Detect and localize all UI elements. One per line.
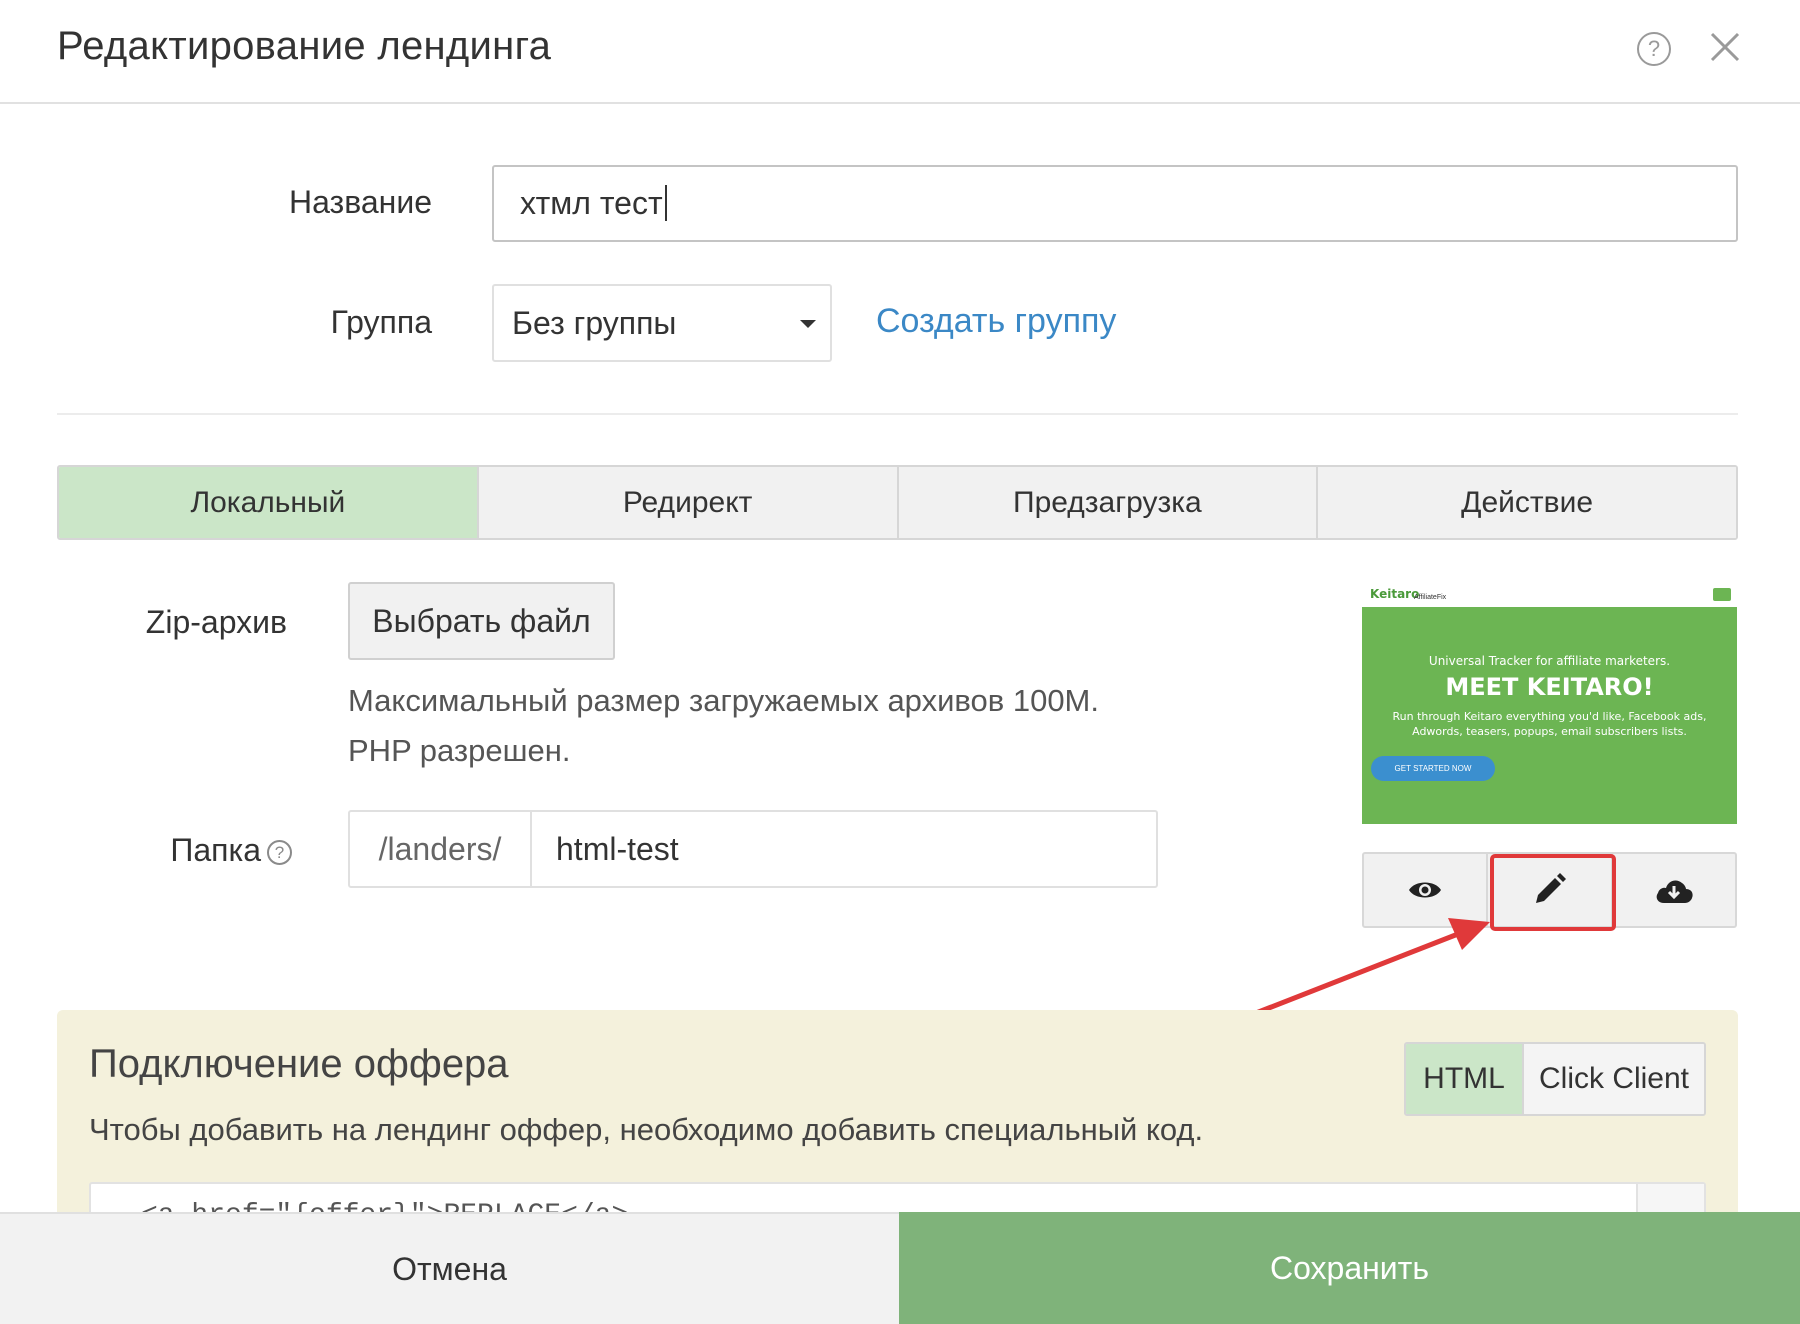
folder-help-icon[interactable]: ? <box>267 840 292 866</box>
tab-action[interactable]: Действие <box>1318 467 1736 538</box>
section-divider <box>57 413 1738 415</box>
upload-hint-line2: PHP разрешен. <box>348 733 571 768</box>
upload-hint-line1: Максимальный размер загружаемых архивов … <box>348 683 1099 718</box>
group-select-value: Без группы <box>512 305 677 341</box>
zip-label: Zip-архив <box>145 604 287 640</box>
offer-mode-toggle: HTML Click Client <box>1404 1042 1706 1116</box>
name-label: Название <box>289 184 432 220</box>
folder-input[interactable]: html-test <box>532 812 679 886</box>
upload-hint: Максимальный размер загружаемых архивов … <box>348 676 1099 776</box>
dialog-footer: Отмена Сохранить <box>0 1212 1800 1324</box>
dialog-header: Редактирование лендинга ? <box>0 0 1800 104</box>
group-select[interactable]: Без группы <box>492 284 832 362</box>
preview-brand: Keitaro <box>1370 587 1420 601</box>
caret-down-icon <box>800 320 816 328</box>
landing-type-tabs: Локальный Редирект Предзагрузка Действие <box>57 465 1738 540</box>
tab-redirect[interactable]: Редирект <box>478 467 899 538</box>
choose-file-button[interactable]: Выбрать файл <box>348 582 615 660</box>
eye-icon <box>1409 882 1442 898</box>
preview-headline: MEET KEITARO! <box>1445 673 1654 701</box>
preview-cta: GET STARTED NOW <box>1371 756 1495 781</box>
dialog-title: Редактирование лендинга <box>57 24 552 68</box>
offer-title: Подключение оффера <box>89 1042 509 1086</box>
offer-description: Чтобы добавить на лендинг оффер, необход… <box>89 1112 1204 1147</box>
folder-input-group: /landers/ html-test <box>348 810 1158 888</box>
group-label: Группа <box>330 304 432 340</box>
preview-brand-sub: AffiliateFix <box>1414 594 1447 601</box>
folder-prefix: /landers/ <box>350 812 532 886</box>
folder-label-wrap: Папка? <box>120 832 292 869</box>
annotation-highlight-box <box>1490 854 1616 931</box>
preview-tagline: Universal Tracker for affiliate marketer… <box>1428 654 1671 668</box>
preview-body: Run through Keitaro everything you'd lik… <box>1392 710 1707 738</box>
cloud-download-icon <box>1656 880 1693 903</box>
cancel-button[interactable]: Отмена <box>0 1212 899 1324</box>
folder-label: Папка <box>170 832 261 868</box>
name-input-value: хтмл тест <box>520 185 663 221</box>
tab-local[interactable]: Локальный <box>59 467 479 538</box>
text-caret <box>664 184 667 221</box>
preview-button[interactable] <box>1364 854 1489 926</box>
tab-preload[interactable]: Предзагрузка <box>898 467 1319 538</box>
save-button[interactable]: Сохранить <box>899 1212 1800 1324</box>
help-icon[interactable]: ? <box>1637 32 1671 66</box>
create-group-link[interactable]: Создать группу <box>876 302 1116 341</box>
download-button[interactable] <box>1613 854 1735 926</box>
name-input[interactable]: хтмл тест <box>492 165 1738 242</box>
preview-menu-icon <box>1713 588 1731 601</box>
landing-preview-thumbnail: Keitaro AffiliateFix Universal Tracker f… <box>1362 583 1737 824</box>
close-icon[interactable] <box>1706 28 1744 66</box>
mode-click-client-button[interactable]: Click Client <box>1524 1044 1704 1114</box>
mode-html-button[interactable]: HTML <box>1406 1044 1524 1114</box>
